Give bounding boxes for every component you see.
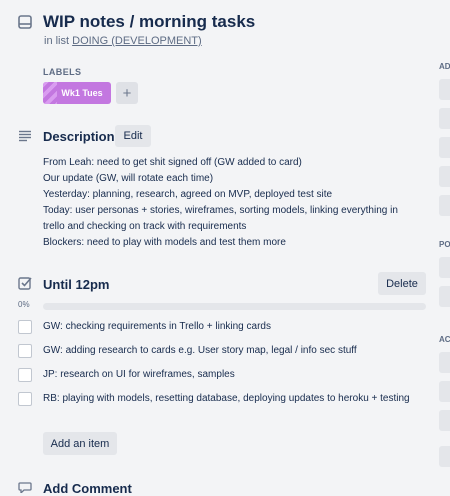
description-text[interactable]: From Leah: need to get shit signed off (… [43, 155, 428, 251]
list-name-link[interactable]: DOING (DEVELOPMENT) [72, 35, 202, 47]
description-line: trello and checking on track with requir… [43, 221, 247, 232]
label-stripe [43, 82, 57, 104]
checklist-item: JP: research on UI for wireframes, sampl… [18, 368, 428, 382]
sidebar-button[interactable] [439, 108, 450, 129]
sidebar-header: AD [439, 62, 450, 71]
checkbox[interactable] [18, 392, 32, 406]
checklist-item-text[interactable]: GW: adding research to cards e.g. User s… [43, 344, 413, 358]
description-line: Today: user personas + stories, wirefram… [43, 205, 398, 216]
sidebar-button[interactable] [439, 381, 450, 402]
checklist-item-text[interactable]: JP: research on UI for wireframes, sampl… [43, 368, 413, 382]
in-list-text: in list DOING (DEVELOPMENT) [44, 35, 202, 47]
add-label-button[interactable]: + [116, 82, 138, 104]
progress-bar [43, 303, 426, 310]
description-line: Blockers: need to play with models and t… [43, 237, 286, 248]
progress-percent: 0% [18, 300, 30, 309]
card-sidebar: AD PO AC [438, 0, 450, 492]
sidebar-button[interactable] [439, 446, 450, 467]
card-icon [18, 15, 32, 29]
checklist-icon [18, 277, 32, 290]
card-title[interactable]: WIP notes / morning tasks [43, 12, 255, 32]
sidebar-header: AC [439, 335, 450, 344]
sidebar-button[interactable] [439, 257, 450, 278]
sidebar-button[interactable] [439, 352, 450, 373]
checklist-item-text[interactable]: GW: checking requirements in Trello + li… [43, 320, 413, 334]
label-name: Wk1 Tues [61, 88, 103, 98]
description-line: Our update (GW, will rotate each time) [43, 173, 214, 184]
description-title: Description [43, 129, 115, 144]
checklist-item: GW: checking requirements in Trello + li… [18, 320, 428, 334]
checklist-title[interactable]: Until 12pm [43, 277, 109, 292]
checklist-item: GW: adding research to cards e.g. User s… [18, 344, 428, 358]
checkbox[interactable] [18, 320, 32, 334]
add-item-button[interactable]: Add an item [43, 432, 117, 455]
sidebar-button[interactable] [439, 166, 450, 187]
checklist-item-text[interactable]: RB: playing with models, resetting datab… [43, 392, 413, 406]
checkbox[interactable] [18, 344, 32, 358]
sidebar-button[interactable] [439, 195, 450, 216]
description-icon [19, 130, 31, 142]
add-comment-title: Add Comment [43, 481, 132, 496]
sidebar-button[interactable] [439, 137, 450, 158]
delete-checklist-button[interactable]: Delete [378, 272, 426, 295]
checklist-item: RB: playing with models, resetting datab… [18, 392, 428, 420]
label-chip[interactable]: Wk1 Tues [43, 82, 111, 104]
edit-description-button[interactable]: Edit [115, 125, 151, 147]
sidebar-button[interactable] [439, 286, 450, 307]
checkbox[interactable] [18, 368, 32, 382]
description-line: From Leah: need to get shit signed off (… [43, 157, 302, 168]
comment-icon [18, 482, 32, 493]
description-line: Yesterday: planning, research, agreed on… [43, 189, 333, 200]
sidebar-header: PO [439, 240, 450, 249]
in-list-prefix: in list [44, 35, 70, 47]
sidebar-button[interactable] [439, 410, 450, 431]
sidebar-button[interactable] [439, 79, 450, 100]
labels-header: LABELS [43, 67, 82, 77]
